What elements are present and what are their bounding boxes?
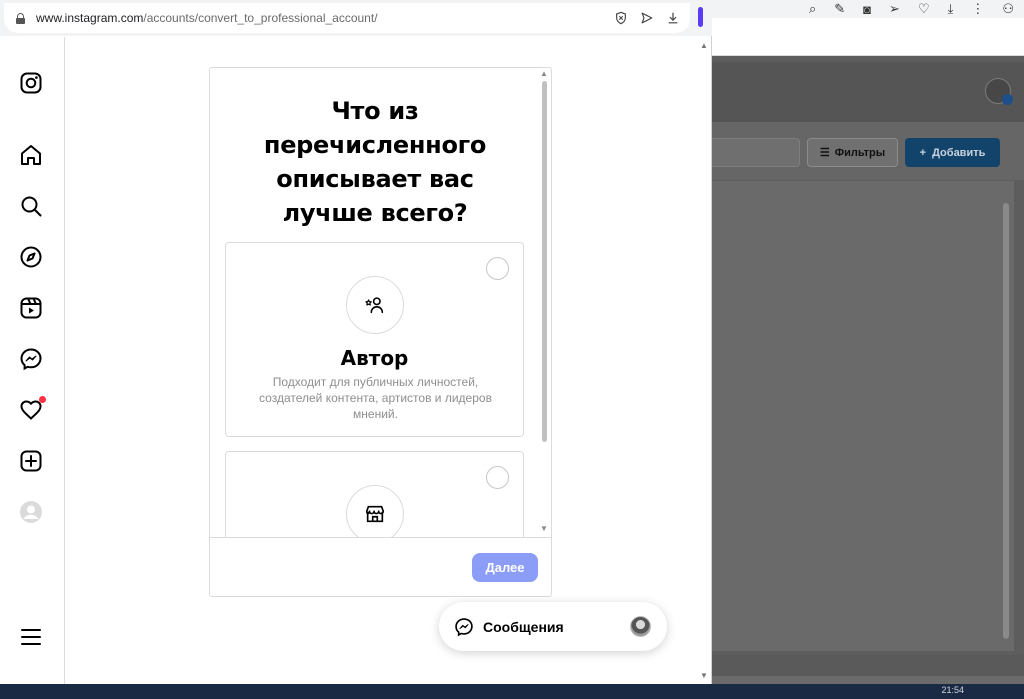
menu-icon[interactable]	[19, 625, 43, 649]
explore-compass-icon[interactable]	[19, 245, 43, 269]
search-icon[interactable]	[19, 194, 43, 218]
extension-indicator[interactable]	[698, 7, 703, 27]
dialog-footer: Далее	[210, 537, 551, 596]
option-title: Автор	[340, 346, 409, 370]
page-scrollbar[interactable]: ▲ ▼	[697, 37, 711, 684]
heart-icon[interactable]	[19, 396, 46, 422]
contact-avatar	[630, 616, 651, 637]
url-path: /accounts/convert_to_professional_accoun…	[143, 11, 378, 25]
edit-icon[interactable]: ✎	[834, 1, 845, 17]
next-button[interactable]: Далее	[472, 553, 538, 582]
background-browser-toolbar: ⌕ ✎ ◙ ➢ ♡ ⤓ ⋮ ⚇	[712, 0, 1024, 18]
notification-dot	[39, 396, 46, 403]
messages-label: Сообщения	[483, 618, 564, 635]
dialog-scroll-up-icon[interactable]: ▲	[540, 69, 548, 78]
option-description: Подходит для публичных личностей, создат…	[259, 375, 492, 421]
url-field[interactable]: www.instagram.com/accounts/convert_to_pr…	[4, 3, 690, 33]
os-taskbar: 21:54	[0, 684, 1024, 699]
instagram-popup-window: www.instagram.com/accounts/convert_to_pr…	[0, 0, 712, 684]
profile-avatar-icon[interactable]	[19, 500, 43, 524]
reels-icon[interactable]	[19, 296, 43, 320]
shield-icon[interactable]	[614, 11, 628, 25]
storefront-icon	[346, 485, 404, 537]
taskbar-clock: 21:54	[941, 685, 964, 695]
create-plus-icon[interactable]	[19, 449, 43, 473]
heart-icon[interactable]: ♡	[918, 1, 930, 17]
account-type-dialog: Что из перечисленного описывает вас лучш…	[209, 67, 552, 597]
add-button-label: Добавить	[932, 146, 986, 159]
profile-icon[interactable]: ⚇	[1002, 1, 1014, 17]
url-action-icons	[614, 11, 680, 25]
background-tab-strip	[712, 18, 1024, 56]
download-icon[interactable]: ⤓	[948, 1, 954, 17]
filters-button[interactable]: ☰ Фильтры	[807, 138, 898, 167]
instagram-sidebar	[0, 37, 65, 684]
home-icon[interactable]	[19, 143, 43, 167]
sliders-icon: ☰	[819, 147, 830, 159]
send-icon[interactable]: ➢	[889, 1, 900, 17]
option-radio[interactable]	[486, 257, 509, 280]
messages-button[interactable]: Сообщения	[439, 602, 667, 651]
zoom-icon[interactable]: ⌕	[809, 1, 816, 17]
background-search-input[interactable]	[712, 138, 800, 167]
instagram-logo-icon[interactable]	[19, 71, 43, 95]
option-card-business[interactable]	[225, 451, 524, 537]
plus-icon: +	[919, 146, 927, 159]
dialog-scroll-down-icon[interactable]: ▼	[540, 524, 548, 533]
background-app-header	[712, 62, 1024, 122]
dialog-scroll-area[interactable]: Что из перечисленного описывает вас лучш…	[210, 68, 551, 537]
send-icon[interactable]	[640, 11, 654, 25]
option-card-creator[interactable]: Автор Подходит для публичных личностей, …	[225, 242, 524, 437]
background-user-avatar[interactable]	[985, 78, 1013, 105]
messenger-icon[interactable]	[19, 347, 43, 371]
url-host: www.instagram.com	[36, 11, 144, 25]
option-radio[interactable]	[486, 466, 509, 489]
lock-icon[interactable]	[16, 12, 25, 24]
camera-icon[interactable]: ◙	[863, 2, 871, 17]
url-text: www.instagram.com/accounts/convert_to_pr…	[36, 11, 378, 25]
more-icon[interactable]: ⋮	[971, 1, 984, 17]
scroll-down-arrow-icon[interactable]: ▼	[700, 671, 708, 680]
dialog-scrollbar-thumb[interactable]	[542, 81, 547, 442]
background-scrollbar[interactable]	[1003, 203, 1009, 639]
scroll-up-arrow-icon[interactable]: ▲	[700, 41, 708, 50]
download-icon[interactable]	[666, 11, 680, 25]
facebook-badge-icon	[1002, 94, 1013, 105]
creator-icon	[346, 276, 404, 334]
background-content-area	[712, 181, 1014, 651]
background-bottom-bar	[712, 655, 1024, 676]
messenger-icon	[455, 617, 473, 636]
add-button[interactable]: + Добавить	[905, 138, 1000, 167]
filters-button-label: Фильтры	[834, 146, 886, 159]
address-bar: www.instagram.com/accounts/convert_to_pr…	[0, 0, 712, 36]
dialog-title: Что из перечисленного описывает вас лучш…	[263, 97, 487, 227]
